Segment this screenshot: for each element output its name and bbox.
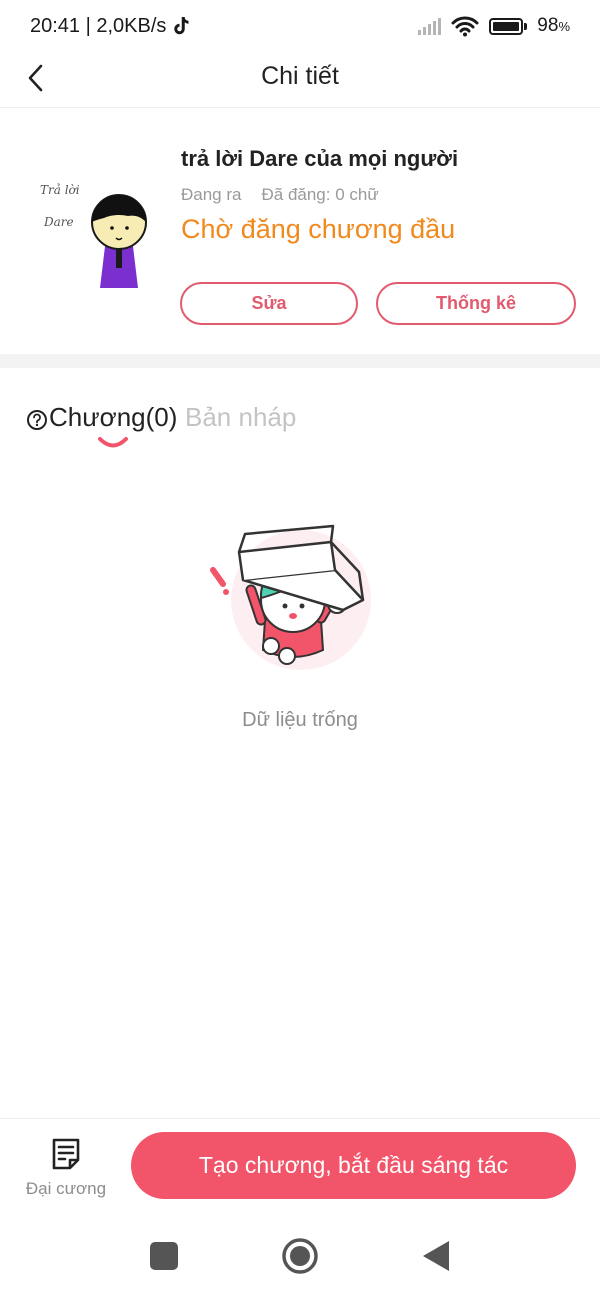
story-state: Đang ra bbox=[181, 185, 242, 204]
battery-fill bbox=[493, 21, 519, 31]
outline-button[interactable]: Đại cương bbox=[14, 1133, 118, 1205]
battery-icon bbox=[489, 17, 528, 35]
section-divider bbox=[0, 354, 600, 368]
question-circle-icon[interactable] bbox=[26, 409, 48, 431]
tiktok-icon bbox=[174, 17, 189, 35]
home-icon[interactable] bbox=[281, 1237, 319, 1275]
status-bar: 20:41 | 2,0KB/s 98% bbox=[0, 0, 600, 52]
stats-button[interactable]: Thống kê bbox=[376, 282, 576, 325]
chapter-tabs: Chương(0) Bản nháp bbox=[0, 398, 600, 458]
story-title: trả lời Dare của mọi người bbox=[181, 146, 459, 171]
back-triangle-icon[interactable] bbox=[421, 1239, 451, 1273]
time-network-speed: 20:41 | 2,0KB/s bbox=[30, 14, 167, 37]
story-cover-image[interactable]: Trả lời Dare bbox=[28, 170, 168, 310]
page-title: Chi tiết bbox=[261, 62, 339, 90]
story-meta: Đang ra Đã đăng: 0 chữ bbox=[181, 185, 379, 205]
battery-percent: 98% bbox=[537, 15, 570, 36]
empty-state-text: Dữ liệu trống bbox=[242, 709, 358, 731]
create-chapter-button[interactable]: Tạo chương, bắt đầu sáng tác bbox=[131, 1132, 576, 1199]
story-card: Trả lời Dare trả lời Dare của mọi người … bbox=[0, 108, 600, 354]
tab-drafts[interactable]: Bản nháp bbox=[185, 402, 296, 433]
tab-chapters[interactable]: Chương(0) bbox=[49, 402, 177, 433]
status-right: 98% bbox=[418, 15, 570, 37]
system-nav-bar bbox=[0, 1218, 600, 1300]
recent-apps-icon[interactable] bbox=[150, 1242, 178, 1270]
edit-button[interactable]: Sửa bbox=[180, 282, 358, 325]
publish-status: Chờ đăng chương đầu bbox=[181, 214, 456, 244]
empty-box-illustration bbox=[210, 524, 371, 670]
wifi-icon bbox=[451, 16, 479, 37]
status-left: 20:41 | 2,0KB/s bbox=[30, 15, 190, 38]
outline-label: Đại cương bbox=[25, 1179, 107, 1198]
bottom-action-bar: Đại cương Tạo chương, bắt đầu sáng tác bbox=[0, 1118, 600, 1218]
signal-icon bbox=[418, 17, 442, 35]
app-header: Chi tiết bbox=[0, 52, 600, 108]
tab-active-indicator bbox=[98, 437, 128, 448]
word-count: Đã đăng: 0 chữ bbox=[261, 185, 379, 204]
cover-text-line1: Trả lời bbox=[40, 183, 80, 197]
document-list-icon bbox=[52, 1138, 80, 1170]
cover-text-line2: Dare bbox=[43, 215, 74, 229]
